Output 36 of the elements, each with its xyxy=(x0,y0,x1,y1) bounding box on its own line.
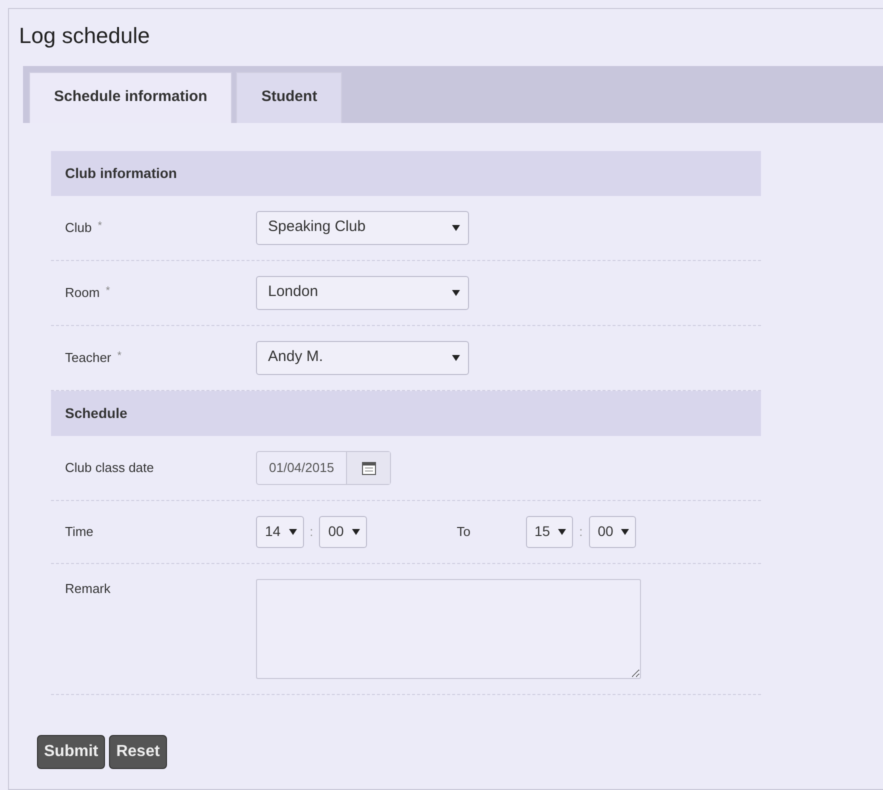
caret-icon xyxy=(452,224,460,230)
remark-field[interactable] xyxy=(256,578,641,678)
field-label: Club xyxy=(65,218,92,237)
caret-icon xyxy=(352,528,360,534)
dropdown[interactable]: Speaking Club xyxy=(256,210,469,244)
field-label: Room xyxy=(65,284,100,302)
dropdown[interactable]: 00 xyxy=(319,516,367,548)
submit-button[interactable]: Submit xyxy=(37,734,106,768)
caret-icon xyxy=(452,290,460,296)
dropdown[interactable]: 14 xyxy=(256,516,304,548)
caret-icon xyxy=(558,528,566,534)
page-title: Log schedule xyxy=(19,22,150,50)
dropdown[interactable]: 00 xyxy=(588,516,636,548)
section-heading: Schedule xyxy=(51,390,761,436)
field-label: Club class date xyxy=(65,458,154,477)
caret-icon xyxy=(621,528,630,534)
time-separator: : xyxy=(310,522,314,541)
reset-button[interactable]: Reset xyxy=(109,734,167,768)
tab[interactable]: Student xyxy=(236,72,342,122)
tab[interactable]: Schedule information xyxy=(29,72,232,122)
caret-icon xyxy=(452,354,460,360)
dropdown[interactable]: Andy M. xyxy=(256,340,469,374)
caret-icon xyxy=(288,528,297,534)
section-heading: Club information xyxy=(51,150,761,196)
field-label: Teacher xyxy=(65,348,112,367)
field-label: Time xyxy=(65,522,94,541)
dropdown[interactable]: London xyxy=(256,276,469,310)
calendar-icon xyxy=(362,460,376,474)
time-separator: : xyxy=(579,522,583,541)
required-mark: * xyxy=(106,284,110,299)
required-mark: * xyxy=(117,348,122,364)
dropdown[interactable]: 15 xyxy=(526,516,574,548)
required-mark: * xyxy=(98,218,102,234)
field-label: Remark xyxy=(65,580,111,598)
field-label: To xyxy=(456,522,471,541)
date-field[interactable]: 01/04/2015 xyxy=(256,450,392,484)
